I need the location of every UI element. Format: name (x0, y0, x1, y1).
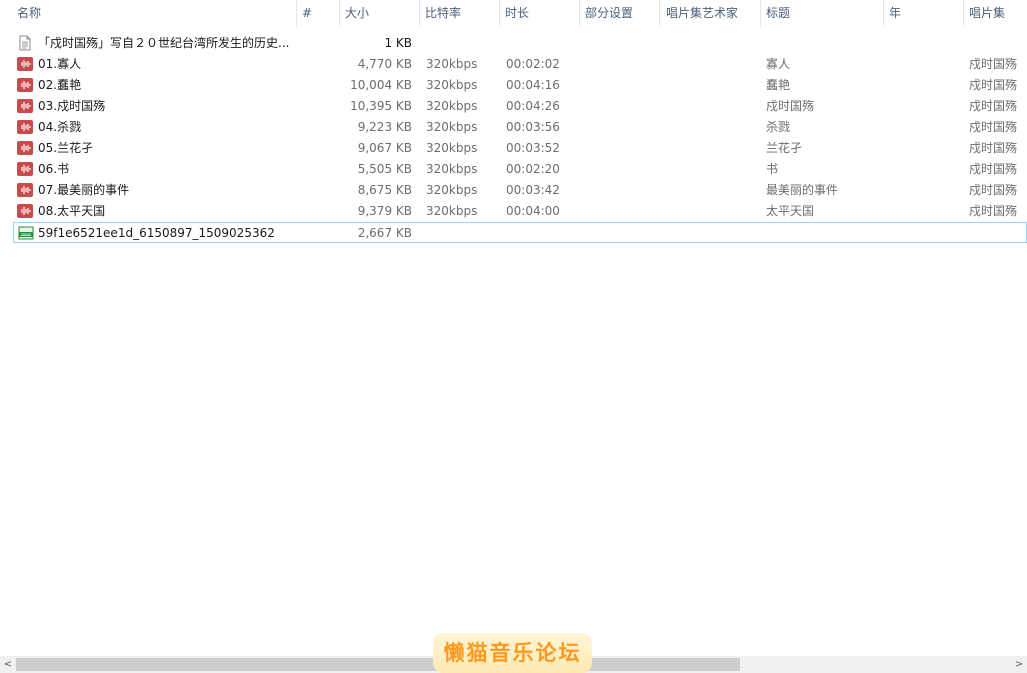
audio-file-icon (17, 182, 33, 198)
file-title: 蠢艳 (766, 78, 791, 92)
scroll-left-arrow-icon[interactable]: < (0, 656, 16, 673)
file-size: 9,067 KB (357, 141, 412, 155)
sort-caret-icon: ^ (616, 0, 624, 7)
file-title: 戍时国殇 (766, 99, 815, 113)
audio-file-icon (17, 77, 33, 93)
column-header-duration[interactable]: 时长 (499, 0, 579, 27)
column-header-bitrate[interactable]: 比特率 (419, 0, 499, 27)
text-file-icon (17, 35, 33, 51)
file-bitrate: 320kbps (426, 99, 478, 113)
audio-file-icon (17, 140, 33, 156)
file-size: 8,675 KB (357, 183, 412, 197)
file-title: 太平天国 (766, 204, 815, 218)
file-title: 寡人 (766, 57, 791, 71)
file-duration: 00:04:00 (506, 204, 560, 218)
file-duration: 00:03:56 (506, 120, 560, 134)
file-album: 戍时国殇 (969, 204, 1018, 218)
file-album: 戍时国殇 (969, 78, 1018, 92)
file-name: 04.杀戮 (38, 120, 82, 134)
column-header-title[interactable]: 标题 (760, 0, 883, 27)
file-bitrate: 320kbps (426, 183, 478, 197)
file-duration: 00:03:42 (506, 183, 560, 197)
file-title: 最美丽的事件 (766, 183, 839, 197)
audio-file-icon (17, 119, 33, 135)
file-name: 59f1e6521ee1d_6150897_1509025362 (38, 226, 275, 240)
audio-file-icon (17, 161, 33, 177)
file-row[interactable]: 03.戍时国殇 10,395 KB 320kbps 00:04:26 戍时国殇 … (13, 96, 1027, 117)
file-bitrate: 320kbps (426, 162, 478, 176)
file-size: 1 KB (384, 36, 412, 50)
file-title: 兰花孑 (766, 141, 803, 155)
file-size: 4,770 KB (357, 57, 412, 71)
file-name: 05.兰花孑 (38, 141, 94, 155)
file-bitrate: 320kbps (426, 141, 478, 155)
forum-watermark: 懒猫音乐论坛 (433, 633, 592, 673)
file-name: 06.书 (38, 162, 70, 176)
file-size: 10,004 KB (350, 78, 412, 92)
file-row[interactable]: 08.太平天国 9,379 KB 320kbps 00:04:00 太平天国 戍… (13, 201, 1027, 222)
file-duration: 00:04:26 (506, 99, 560, 113)
file-duration: 00:02:20 (506, 162, 560, 176)
file-duration: 00:04:16 (506, 78, 560, 92)
file-size: 9,223 KB (357, 120, 412, 134)
file-row[interactable]: 05.兰花孑 9,067 KB 320kbps 00:03:52 兰花孑 戍时国… (13, 138, 1027, 159)
audio-file-icon (17, 98, 33, 114)
file-row-focused[interactable]: 59f1e6521ee1d_6150897_1509025362 2,667 K… (13, 222, 1027, 243)
file-bitrate: 320kbps (426, 120, 478, 134)
file-album: 戍时国殇 (969, 57, 1018, 71)
file-name: 02.蠢艳 (38, 78, 82, 92)
file-row[interactable]: 01.寡人 4,770 KB 320kbps 00:02:02 寡人 戍时国殇 (13, 54, 1027, 75)
file-album: 戍时国殇 (969, 162, 1018, 176)
file-title: 书 (766, 162, 779, 176)
file-title: 杀戮 (766, 120, 791, 134)
file-bitrate: 320kbps (426, 204, 478, 218)
file-row[interactable]: 「戍时国殇」写自２０世纪台湾所发生的历史... 1 KB (13, 33, 1027, 54)
column-header-year[interactable]: 年 (883, 0, 963, 27)
file-size: 5,505 KB (357, 162, 412, 176)
column-header-album-artist[interactable]: 唱片集艺术家 (660, 0, 760, 27)
file-album: 戍时国殇 (969, 99, 1018, 113)
file-album: 戍时国殇 (969, 120, 1018, 134)
file-name: 01.寡人 (38, 57, 82, 71)
file-row[interactable]: 07.最美丽的事件 8,675 KB 320kbps 00:03:42 最美丽的… (13, 180, 1027, 201)
file-size: 9,379 KB (357, 204, 412, 218)
audio-file-icon (17, 203, 33, 219)
file-row[interactable]: 04.杀戮 9,223 KB 320kbps 00:03:56 杀戮 戍时国殇 (13, 117, 1027, 138)
column-header-name[interactable]: 名称 (11, 0, 296, 27)
file-size: 2,667 KB (357, 226, 412, 240)
column-header-bar: 名称 # 大小 比特率 时长 部分设置 ^ 唱片集艺术家 标题 年 唱片集 (0, 0, 1027, 27)
column-header-album[interactable]: 唱片集 (963, 0, 1027, 27)
file-duration: 00:02:02 (506, 57, 560, 71)
scroll-right-arrow-icon[interactable]: > (1011, 656, 1027, 673)
column-header-size[interactable]: 大小 (339, 0, 419, 27)
file-name: 「戍时国殇」写自２０世纪台湾所发生的历史... (38, 36, 290, 50)
scrollbar-thumb[interactable] (16, 658, 740, 671)
file-size: 10,395 KB (350, 99, 412, 113)
jpeg-file-icon (18, 225, 34, 241)
file-name: 08.太平天国 (38, 204, 106, 218)
file-album: 戍时国殇 (969, 183, 1018, 197)
file-bitrate: 320kbps (426, 57, 478, 71)
file-row[interactable]: 06.书 5,505 KB 320kbps 00:02:20 书 戍时国殇 (13, 159, 1027, 180)
column-header-number[interactable]: # (296, 0, 339, 27)
file-name: 07.最美丽的事件 (38, 183, 130, 197)
file-duration: 00:03:52 (506, 141, 560, 155)
file-name: 03.戍时国殇 (38, 99, 106, 113)
file-bitrate: 320kbps (426, 78, 478, 92)
file-row[interactable]: 02.蠢艳 10,004 KB 320kbps 00:04:16 蠢艳 戍时国殇 (13, 75, 1027, 96)
file-album: 戍时国殇 (969, 141, 1018, 155)
audio-file-icon (17, 56, 33, 72)
